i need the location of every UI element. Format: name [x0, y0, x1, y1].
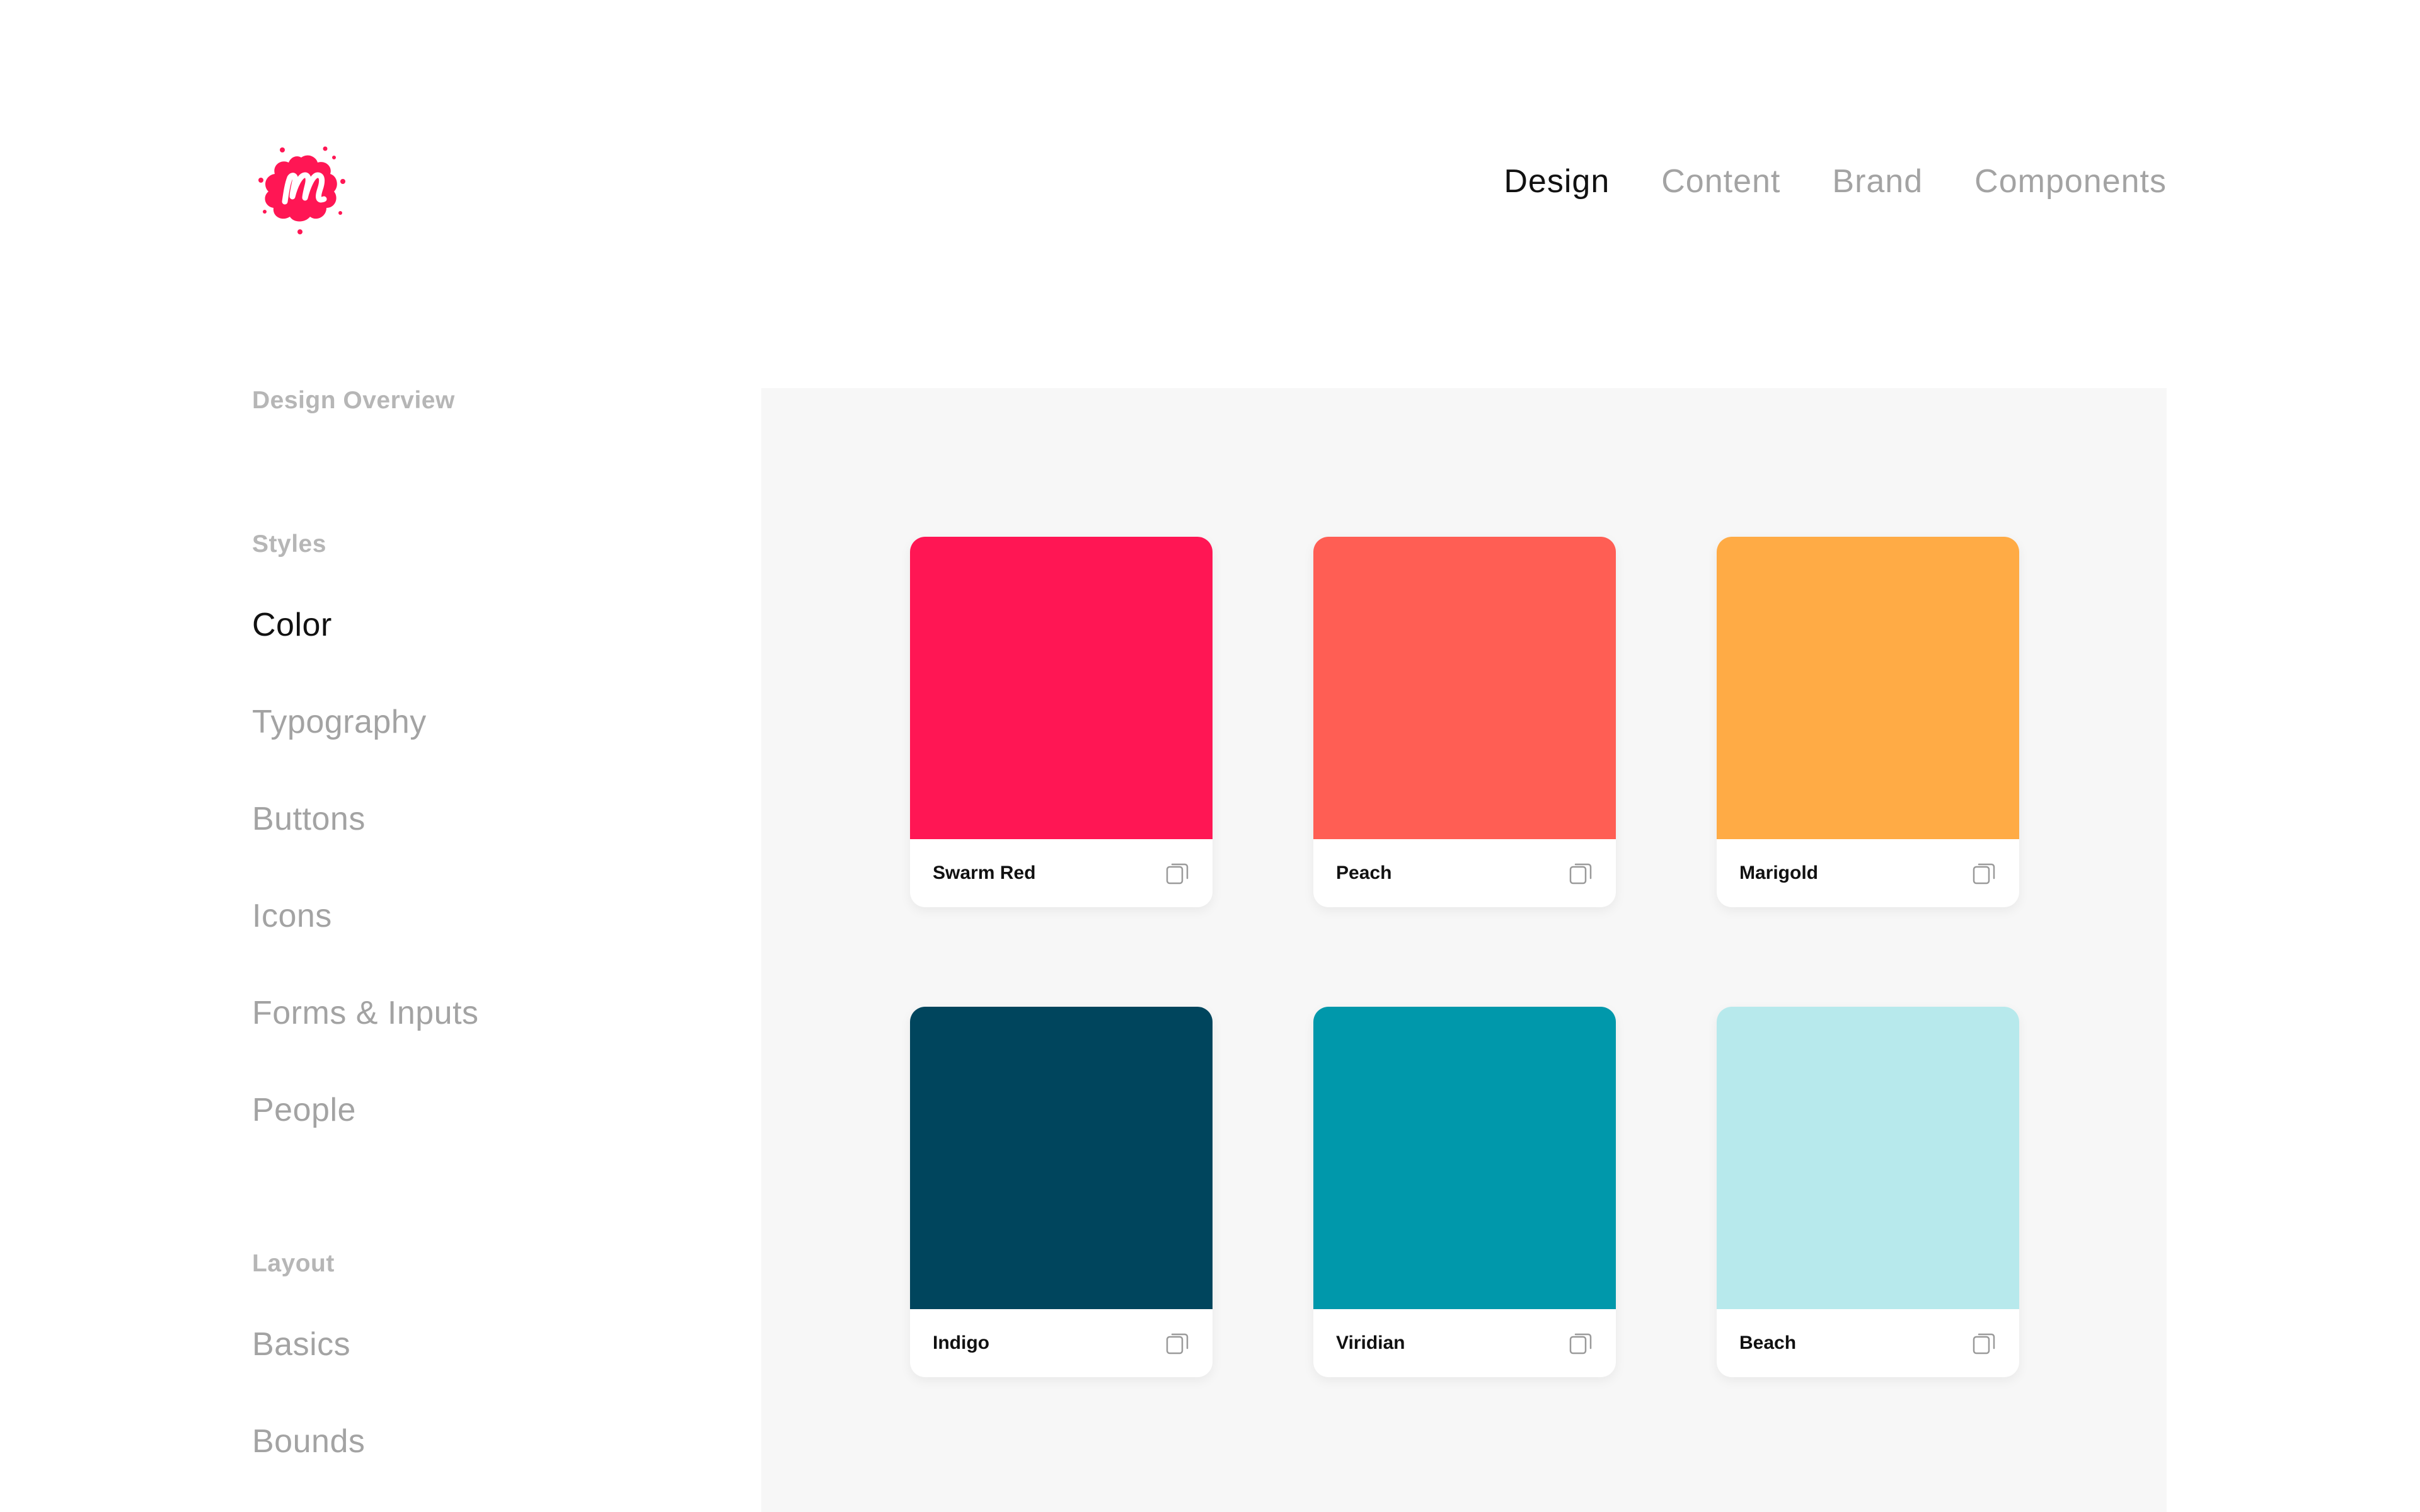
copy-icon[interactable] — [1970, 859, 1998, 887]
color-swatch-card[interactable]: Indigo — [910, 1007, 1213, 1377]
sidebar-item-forms-inputs[interactable]: Forms & Inputs — [252, 994, 479, 1032]
copy-icon[interactable] — [1567, 859, 1594, 887]
swatch-name: Indigo — [933, 1332, 989, 1353]
color-swatch-block[interactable] — [1313, 1007, 1616, 1309]
swatch-name: Marigold — [1739, 862, 1818, 883]
sidebar-item-typography[interactable]: Typography — [252, 703, 427, 741]
color-palette-panel: Swarm Red Peach Marigold Indigo Viridian… — [761, 388, 2167, 1512]
sidebar-item-color[interactable]: Color — [252, 606, 332, 644]
color-swatch-card[interactable]: Peach — [1313, 537, 1616, 907]
sidebar-item-icons[interactable]: Icons — [252, 897, 332, 935]
swatch-footer: Peach — [1313, 839, 1616, 907]
sidebar-section-layout: Layout — [252, 1250, 335, 1277]
color-swatch-card[interactable]: Beach — [1717, 1007, 2019, 1377]
copy-icon[interactable] — [1163, 1329, 1191, 1357]
color-swatch-block[interactable] — [910, 537, 1213, 839]
nav-item-components[interactable]: Components — [1974, 163, 2167, 200]
swatch-footer: Swarm Red — [910, 839, 1213, 907]
swatch-footer: Viridian — [1313, 1309, 1616, 1377]
sidebar-section-styles: Styles — [252, 530, 326, 558]
sidebar-item-buttons[interactable]: Buttons — [252, 800, 366, 838]
color-swatch-block[interactable] — [1717, 537, 2019, 839]
swatch-footer: Beach — [1717, 1309, 2019, 1377]
sidebar-item-basics[interactable]: Basics — [252, 1326, 350, 1363]
nav-item-content[interactable]: Content — [1661, 163, 1780, 200]
swatch-footer: Marigold — [1717, 839, 2019, 907]
sidebar-item-people[interactable]: People — [252, 1091, 356, 1129]
color-swatch-block[interactable] — [1717, 1007, 2019, 1309]
nav-item-design[interactable]: Design — [1504, 163, 1610, 200]
copy-icon[interactable] — [1970, 1329, 1998, 1357]
meetup-logo-icon[interactable] — [251, 136, 352, 237]
color-swatch-card[interactable]: Swarm Red — [910, 537, 1213, 907]
swatch-name: Viridian — [1336, 1332, 1405, 1353]
sidebar-item-design-overview[interactable]: Design Overview — [252, 387, 455, 415]
copy-icon[interactable] — [1567, 1329, 1594, 1357]
color-swatch-block[interactable] — [1313, 537, 1616, 839]
color-swatch-card[interactable]: Viridian — [1313, 1007, 1616, 1377]
top-nav: Design Content Brand Components — [1504, 163, 2167, 200]
color-swatch-block[interactable] — [910, 1007, 1213, 1309]
swatch-name: Swarm Red — [933, 862, 1036, 883]
swatch-footer: Indigo — [910, 1309, 1213, 1377]
copy-icon[interactable] — [1163, 859, 1191, 887]
sidebar-item-bounds[interactable]: Bounds — [252, 1423, 365, 1460]
nav-item-brand[interactable]: Brand — [1832, 163, 1923, 200]
swatch-name: Beach — [1739, 1332, 1797, 1353]
color-swatch-card[interactable]: Marigold — [1717, 537, 2019, 907]
swatch-name: Peach — [1336, 862, 1392, 883]
